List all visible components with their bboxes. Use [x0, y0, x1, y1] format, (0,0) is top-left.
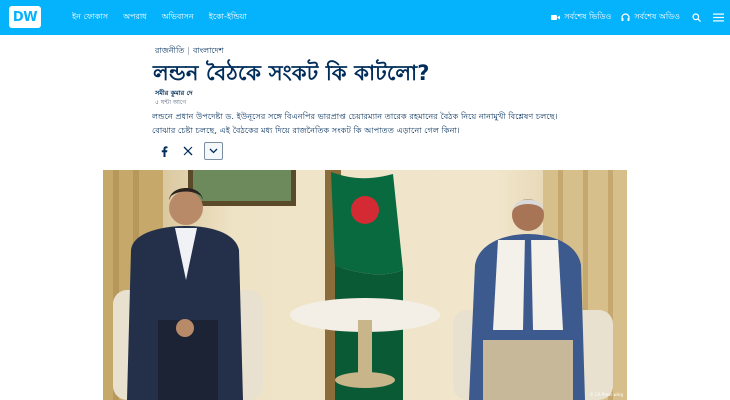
share-x-button[interactable]: [180, 143, 196, 159]
latest-audio-link[interactable]: সর্বশেষ অডিও: [621, 11, 680, 24]
nav-item-migration[interactable]: অভিবাসন: [162, 11, 194, 24]
latest-video-label: সর্বশেষ ভিডিও: [564, 12, 612, 21]
dw-logo[interactable]: DW: [9, 6, 41, 28]
latest-video-link[interactable]: সর্বশেষ ভিডিও: [551, 11, 611, 24]
chevron-down-icon: [209, 148, 218, 154]
article-teaser: লন্ডনে প্রধান উপদেষ্টা ড. ইউনূসের সঙ্গে …: [152, 111, 558, 135]
publish-time: ৫ ঘন্টা আগে: [155, 99, 187, 106]
share-more-button[interactable]: [204, 142, 223, 160]
article-title: লন্ডন বৈঠকে সংকট কি কাটলো?: [153, 61, 430, 85]
search-button[interactable]: [692, 13, 701, 22]
video-camera-icon: [551, 15, 561, 20]
hamburger-menu-icon: [713, 13, 724, 22]
latest-audio-label: সর্বশেষ অডিও: [634, 12, 680, 21]
search-icon: [692, 13, 701, 22]
kicker-topic-link[interactable]: রাজনীতি: [155, 46, 184, 55]
article-photo: © CA Press wing: [103, 170, 627, 400]
kicker-region-link[interactable]: বাংলাদেশ: [193, 46, 224, 55]
menu-button[interactable]: [713, 13, 724, 22]
kicker-separator: |: [187, 46, 190, 55]
nav-item-in-focus[interactable]: ইন ফোকাস: [72, 11, 108, 24]
nav-item-crime[interactable]: অপরাধ: [123, 11, 147, 24]
facebook-icon: [161, 145, 167, 157]
header-actions: সর্বশেষ ভিডিও সর্বশেষ অডিও: [541, 0, 724, 35]
x-twitter-icon: [183, 146, 193, 156]
main-nav: ইন ফোকাস অপরাধ অভিবাসন ইকো-ইন্ডিয়া: [72, 0, 262, 35]
top-navigation-bar: DW ইন ফোকাস অপরাধ অভিবাসন ইকো-ইন্ডিয়া স…: [0, 0, 730, 35]
headphones-icon: [621, 13, 630, 21]
share-bar: [156, 142, 223, 160]
share-facebook-button[interactable]: [156, 143, 172, 159]
nav-item-eco-india[interactable]: ইকো-ইন্ডিয়া: [209, 11, 247, 24]
meeting-photo-illustration: © CA Press wing: [103, 170, 627, 400]
photo-credit: © CA Press wing: [590, 392, 624, 397]
